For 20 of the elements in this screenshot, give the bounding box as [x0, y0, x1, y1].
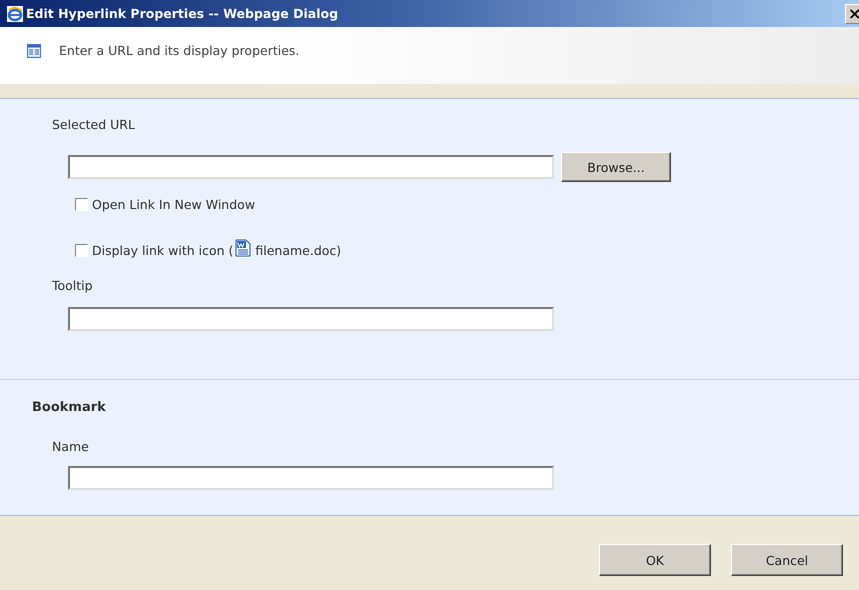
checkbox-label: Display link with icon ( [92, 243, 234, 258]
checkbox-label: Open Link In New Window [92, 197, 256, 212]
browser-logo-icon [7, 6, 23, 22]
field-label: Selected URL [52, 117, 136, 132]
section-heading: Bookmark [32, 400, 107, 415]
instruction-text: Enter a URL and its display properties. [59, 43, 300, 58]
document-icon [235, 238, 252, 256]
checkbox[interactable] [75, 198, 88, 211]
field-label: Tooltip [52, 278, 94, 293]
file-name-text: filename.doc) [255, 243, 342, 258]
window-title: Edit Hyperlink Properties -- Webpage Dialog [26, 6, 340, 21]
dialog-button[interactable]: OK [599, 544, 711, 576]
name-input-field[interactable] [68, 466, 554, 490]
checkbox[interactable] [75, 244, 88, 257]
tooltip-input-field[interactable] [68, 307, 554, 331]
browse-button[interactable]: Browse... [561, 152, 671, 182]
field-label: Name [52, 439, 90, 454]
dialog-button[interactable]: Cancel [731, 544, 843, 576]
table-icon [27, 44, 41, 58]
url-input-field[interactable] [68, 155, 554, 179]
